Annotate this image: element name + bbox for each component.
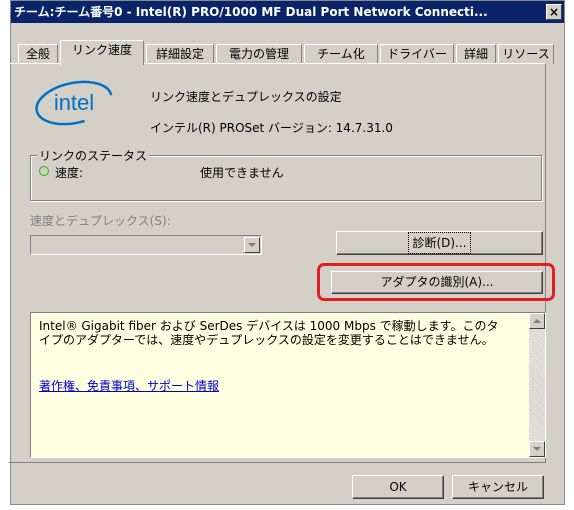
tab-driver[interactable]: ドライバー [380, 44, 454, 64]
speed-duplex-label: 速度とデュプレックス(S): [30, 214, 171, 228]
speed-duplex-select[interactable] [30, 235, 262, 255]
speed-label: 速度: [55, 166, 84, 180]
tab-teaming[interactable]: チーム化 [304, 44, 378, 64]
tab-resources[interactable]: リソース [498, 44, 554, 64]
version-text: インテル(R) PROSet バージョン: 14.7.31.0 [150, 121, 393, 135]
tab-details[interactable]: 詳細 [456, 44, 496, 64]
info-scrollbar[interactable] [529, 313, 545, 457]
copyright-support-link[interactable]: 著作権、免責事項、サポート情報 [39, 377, 219, 394]
intel-logo: intel [35, 80, 113, 126]
close-button[interactable]: × [546, 4, 562, 20]
page-title: リンク速度とデュプレックスの設定 [150, 90, 342, 104]
info-box: Intel® Gigabit fiber および SerDes デバイスは 10… [30, 312, 546, 458]
scroll-down-icon[interactable] [529, 441, 545, 457]
window-title: チーム:チーム番号0 - Intel(R) PRO/1000 MF Dual P… [14, 5, 488, 19]
diagnose-button-label: 診断(D)... [408, 232, 471, 254]
intel-logo-text: intel [54, 90, 94, 115]
link-status-group: リンクのステータス [30, 147, 542, 201]
tab-power-management[interactable]: 電力の管理 [216, 44, 302, 64]
info-text: Intel® Gigabit fiber および SerDes デバイスは 10… [39, 319, 499, 347]
title-bar[interactable]: チーム:チーム番号0 - Intel(R) PRO/1000 MF Dual P… [11, 1, 564, 23]
chevron-down-icon[interactable] [244, 237, 260, 253]
ok-button[interactable]: OK [352, 475, 444, 499]
tab-general[interactable]: 全般 [18, 44, 58, 64]
cancel-button[interactable]: キャンセル [452, 475, 544, 499]
tab-advanced[interactable]: 詳細設定 [146, 44, 214, 64]
highlight-frame [317, 263, 555, 301]
status-indicator-icon [39, 166, 49, 176]
link-status-group-label: リンクのステータス [37, 147, 150, 164]
speed-value: 使用できません [200, 166, 284, 180]
diagnose-button[interactable]: 診断(D)... [336, 231, 543, 255]
tab-link-speed[interactable]: リンク速度 [60, 40, 144, 65]
scroll-up-icon[interactable] [529, 313, 545, 329]
